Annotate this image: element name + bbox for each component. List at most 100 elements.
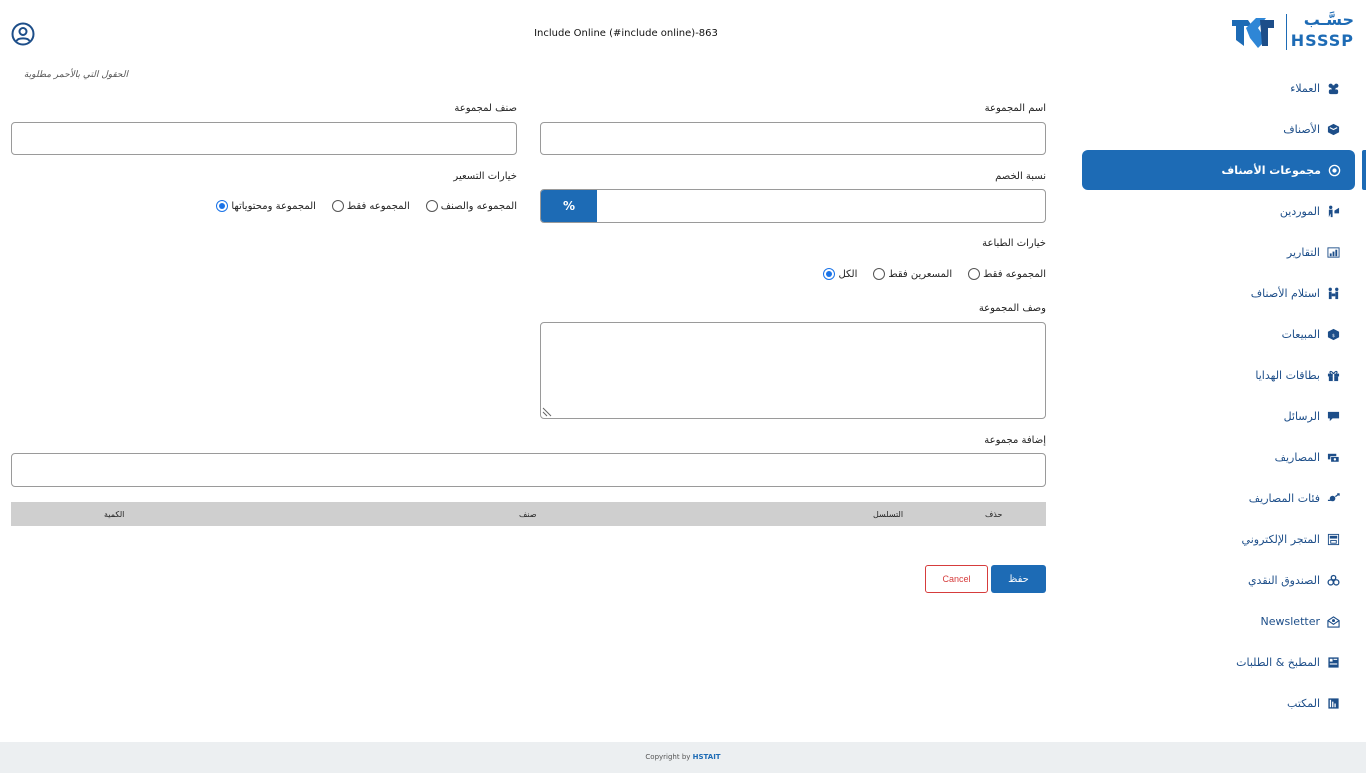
required-fields-note: الحقول التي بالأحمر مطلوبة (23, 70, 128, 80)
sidebar-item-messages[interactable]: الرسائل (1284, 396, 1340, 436)
newsletter-icon (1327, 615, 1340, 628)
group-category-input[interactable] (11, 122, 517, 155)
sidebar-item-label: بطاقات الهدايا (1255, 368, 1320, 382)
report-icon (1327, 246, 1340, 258)
svg-text:$: $ (1332, 332, 1335, 338)
sidebar-item-items[interactable]: الأصناف (1283, 109, 1340, 149)
percent-addon: % (541, 190, 597, 222)
logo-divider (1286, 14, 1287, 50)
footer-brand-link[interactable]: HSTAIT (693, 753, 721, 761)
supplier-icon (1328, 205, 1340, 217)
group-name-input[interactable] (540, 122, 1046, 155)
message-icon (1327, 411, 1340, 421)
print-option-priced-only[interactable]: المسعرين فقط (873, 268, 952, 280)
radio-unchecked-icon[interactable] (331, 200, 344, 212)
column-sequence: التسلسل (873, 510, 904, 519)
sidebar-item-newsletter[interactable]: Newsletter (1261, 601, 1340, 641)
discount-label: نسبة الخصم (995, 171, 1046, 182)
save-button[interactable]: حفظ (991, 565, 1046, 593)
radio-unchecked-icon[interactable] (425, 200, 438, 212)
users-icon (1328, 83, 1339, 94)
print-options: الكل المسعرين فقط المجموعه فقط (823, 268, 1046, 280)
print-option-label: الكل (838, 268, 858, 280)
logo-latin-text: HSSSP (1290, 31, 1354, 50)
sidebar-item-label: الصندوق النقدي (1247, 573, 1320, 587)
column-delete: حذف (985, 510, 1003, 519)
office-icon (1328, 697, 1339, 709)
target-icon (1328, 164, 1341, 176)
pricing-option-group-item[interactable]: المجموعه والصنف (425, 200, 517, 212)
sidebar-item-label: الأصناف (1283, 122, 1320, 136)
footer-copyright: Copyright by (645, 753, 691, 761)
gift-icon (1327, 370, 1340, 381)
print-option-all[interactable]: الكل (823, 268, 857, 280)
radio-unchecked-icon[interactable] (873, 268, 886, 280)
sidebar-item-label: التقارير (1286, 245, 1320, 259)
box-icon (1327, 123, 1340, 135)
kitchen-icon (1328, 656, 1339, 668)
pricing-option-label: المجموعه فقط (346, 200, 410, 212)
sidebar-item-label: المصاريف (1274, 450, 1320, 464)
logo-arabic-text: حسَّـب (1303, 10, 1354, 29)
sidebar-item-label: المطبخ & الطلبات (1236, 655, 1320, 669)
sales-icon: $ (1327, 328, 1340, 340)
sidebar-item-label: الموردين (1279, 204, 1320, 218)
description-textarea[interactable] (540, 322, 1046, 419)
user-profile-icon[interactable] (11, 22, 35, 46)
sidebar-item-label: مجموعات الأصناف (1221, 163, 1321, 177)
print-options-label: خيارات الطباعة (982, 238, 1046, 249)
discount-input[interactable]: % (540, 189, 1046, 223)
sidebar-item-suppliers[interactable]: الموردين (1280, 191, 1340, 231)
pricing-option-label: المجموعه والصنف (440, 200, 517, 212)
expense-icon (1327, 453, 1340, 463)
radio-checked-icon[interactable] (823, 268, 836, 280)
sidebar-item-item-groups[interactable]: مجموعات الأصناف (1082, 150, 1355, 190)
pricing-option-label: المجموعة ومحتوياتها (231, 200, 316, 212)
sidebar-item-label: الرسائل (1283, 409, 1320, 423)
add-group-input[interactable] (11, 453, 1046, 487)
receive-icon (1328, 287, 1339, 299)
pricing-option-group-contents[interactable]: المجموعة ومحتوياتها (216, 200, 316, 212)
column-item: صنف (519, 510, 537, 519)
sidebar-item-receiving[interactable]: استلام الأصناف (1251, 273, 1340, 313)
sidebar-item-kitchen-orders[interactable]: المطبخ & الطلبات (1236, 642, 1340, 682)
sidebar-item-expense-categories[interactable]: فئات المصاريف (1249, 478, 1340, 518)
sidebar-item-label: العملاء (1290, 81, 1320, 95)
group-name-label: اسم المجموعة (984, 103, 1046, 114)
cancel-button[interactable]: Cancel (925, 565, 988, 593)
page-title: Include Online (#include online)-863 (534, 28, 718, 39)
store-icon (1327, 533, 1340, 545)
logo[interactable]: حسَّـب HSSSP (1230, 10, 1356, 54)
sidebar-item-sales[interactable]: المبيعات $ (1282, 314, 1340, 354)
active-indicator (1362, 150, 1366, 190)
sidebar-item-cashbox[interactable]: الصندوق النقدي (1248, 560, 1340, 600)
add-group-label: إضافة مجموعة (984, 435, 1046, 446)
sidebar-item-gift-cards[interactable]: بطاقات الهدايا (1255, 355, 1340, 395)
sidebar-item-label: Newsletter (1260, 614, 1320, 628)
expense-category-icon (1327, 492, 1340, 501)
print-option-group-only[interactable]: المجموعه فقط (968, 268, 1046, 280)
sidebar-item-expenses[interactable]: المصاريف (1275, 437, 1340, 477)
group-category-label: صنف لمجموعة (454, 103, 517, 114)
sidebar-item-label: استلام الأصناف (1250, 286, 1320, 300)
sidebar-item-office[interactable]: المكتب (1287, 683, 1340, 723)
radio-checked-icon[interactable] (216, 200, 229, 212)
sidebar-item-label: المتجر الإلكتروني (1241, 532, 1320, 546)
sidebar-item-online-store[interactable]: المتجر الإلكتروني (1242, 519, 1340, 559)
sidebar-item-reports[interactable]: التقارير (1287, 232, 1340, 272)
sidebar-item-label: فئات المصاريف (1248, 491, 1320, 505)
footer: Copyright by HSTAIT (0, 742, 1366, 773)
pricing-options-label: خيارات التسعير (453, 171, 517, 182)
cashbox-icon (1327, 574, 1340, 586)
column-quantity: الكمية (104, 510, 125, 519)
sidebar-item-customers[interactable]: العملاء (1290, 68, 1340, 108)
pricing-options: المجموعة ومحتوياتها المجموعه فقط المجموع… (216, 200, 517, 212)
resize-handle-icon[interactable] (542, 407, 552, 417)
items-table-header: حذف التسلسل صنف الكمية (11, 502, 1046, 526)
radio-unchecked-icon[interactable] (968, 268, 981, 280)
print-option-label: المجموعه فقط (983, 268, 1046, 280)
sidebar-item-label: المبيعات (1281, 327, 1320, 341)
description-label: وصف المجموعة (978, 303, 1046, 314)
print-option-label: المسعرين فقط (888, 268, 953, 280)
pricing-option-group-only[interactable]: المجموعه فقط (331, 200, 410, 212)
